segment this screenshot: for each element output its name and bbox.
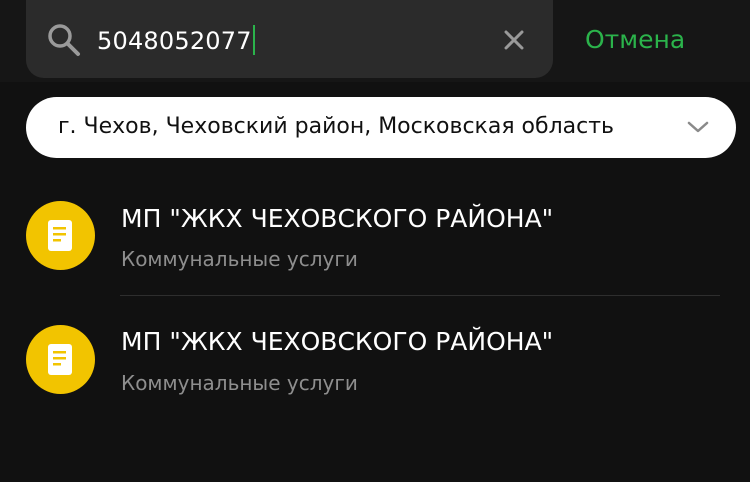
item-subtitle: Коммунальные услуги [121,247,358,271]
search-query: 5048052077 [97,27,252,55]
list-item[interactable]: МП "ЖКХ ЧЕХОВСКОГО РАЙОНА" Коммунальные … [0,188,750,298]
text-caret [252,25,255,55]
search-header: 5048052077 Отмена [0,0,750,82]
divider [120,295,720,296]
region-value: г. Чехов, Чеховский район, Московская об… [58,114,614,139]
search-field-value[interactable]: 5048052077 [97,25,255,57]
avatar [26,201,95,270]
item-title: МП "ЖКХ ЧЕХОВСКОГО РАЙОНА" [121,204,554,233]
list-item[interactable]: МП "ЖКХ ЧЕХОВСКОГО РАЙОНА" Коммунальные … [0,310,750,420]
document-icon [48,220,72,251]
region-select[interactable]: г. Чехов, Чеховский район, Московская об… [26,97,736,158]
document-icon [48,344,72,375]
cancel-button[interactable]: Отмена [585,24,685,56]
item-title: МП "ЖКХ ЧЕХОВСКОГО РАЙОНА" [121,327,554,356]
close-icon[interactable] [502,28,526,52]
search-icon [48,24,80,56]
chevron-down-icon[interactable] [686,117,710,137]
avatar [26,325,95,394]
item-subtitle: Коммунальные услуги [121,371,358,395]
